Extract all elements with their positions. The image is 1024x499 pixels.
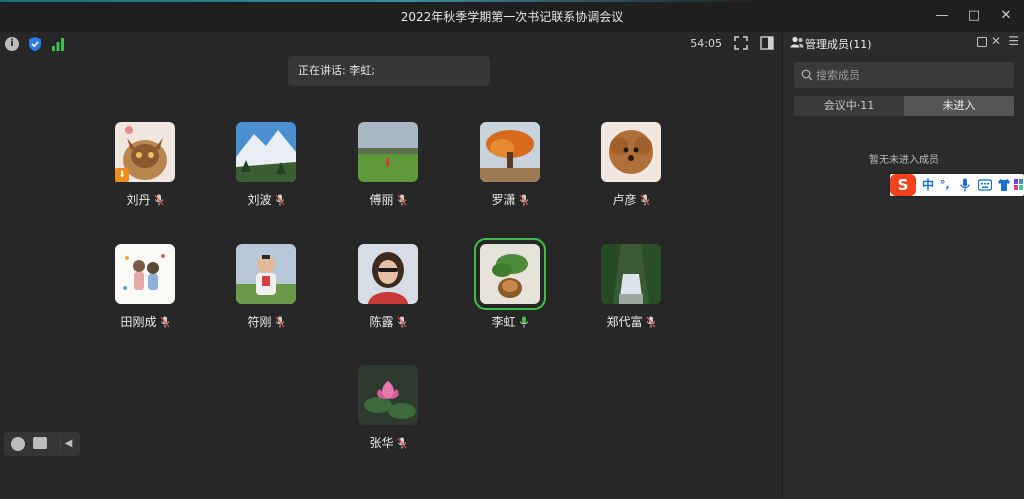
panel-header: 管理成员(11) ✕ ☰: [783, 32, 1024, 54]
title-accent: [0, 0, 1024, 2]
participant-tile[interactable]: 郑代富: [571, 244, 691, 344]
participant-name: 田刚成: [120, 315, 157, 329]
participant-avatar: [236, 122, 296, 182]
participant-tile[interactable]: ⬇ 刘丹: [85, 122, 205, 222]
close-panel-icon[interactable]: ✕: [991, 34, 1001, 48]
maximize-button[interactable]: □: [964, 6, 984, 26]
close-button[interactable]: ✕: [996, 6, 1016, 26]
participant-tile[interactable]: 傅丽: [328, 122, 448, 222]
people-icon: [790, 36, 804, 48]
participant-avatar: [358, 122, 418, 182]
members-panel: 管理成员(11) ✕ ☰ 会议中·11 未进入 暂无未进入成员: [782, 32, 1024, 499]
empty-state-text: 暂无未进入成员: [869, 155, 939, 166]
member-tabs: 会议中·11 未进入: [794, 96, 1014, 116]
mic-muted-icon: [645, 316, 656, 328]
speaking-banner: 正在讲话: 李虹;: [288, 56, 490, 86]
tab-in-meeting[interactable]: 会议中·11: [794, 96, 904, 116]
member-search-input[interactable]: [794, 62, 1014, 88]
participant-name: 刘波: [247, 193, 272, 207]
meeting-stage: i 54:05 正在讲话: 李虹; ⬇ 刘丹 刘波 傅丽 罗潇 卢彦 田刚成 符…: [0, 32, 782, 499]
minimize-button[interactable]: —: [932, 6, 952, 26]
menu-icon[interactable]: ☰: [1008, 34, 1019, 48]
participant-tile[interactable]: 张华: [328, 365, 448, 465]
participant-name: 李虹: [491, 315, 516, 329]
participant-name: 张华: [369, 436, 394, 450]
collapse-left-icon[interactable]: ◀: [60, 436, 76, 452]
bottom-controls: ◀: [4, 432, 80, 456]
mic-muted-icon: [518, 194, 529, 206]
participant-tile[interactable]: 符刚: [206, 244, 326, 344]
window-title: 2022年秋季学期第一次书记联系协调会议: [400, 10, 624, 24]
mic-muted-icon: [159, 316, 170, 328]
shield-icon[interactable]: [27, 36, 43, 52]
fullscreen-icon[interactable]: [734, 36, 748, 50]
participant-name: 陈露: [369, 315, 394, 329]
participant-name: 刘丹: [126, 193, 151, 207]
mic-muted-icon: [274, 194, 285, 206]
participant-avatar: [358, 244, 418, 304]
participant-name: 罗潇: [491, 193, 516, 207]
mic-muted-icon: [274, 316, 285, 328]
mic-muted-icon: [396, 437, 407, 449]
participant-avatar: [601, 122, 661, 182]
participant-tile[interactable]: 刘波: [206, 122, 326, 222]
ime-logo-icon[interactable]: S: [890, 174, 916, 196]
participant-tile[interactable]: 田刚成: [85, 244, 205, 344]
layout-icon[interactable]: [760, 36, 774, 50]
ime-voice-icon[interactable]: [960, 178, 970, 192]
panel-title: 管理成员(11): [805, 38, 872, 51]
ime-toolbar[interactable]: S 中 °,: [890, 174, 1024, 196]
participant-avatar: [480, 122, 540, 182]
title-bar: 2022年秋季学期第一次书记联系协调会议 — □ ✕: [0, 0, 1024, 32]
participant-tile[interactable]: 陈露: [328, 244, 448, 344]
participant-tile[interactable]: 罗潇: [450, 122, 570, 222]
meeting-timer: 54:05: [690, 37, 722, 50]
participant-avatar: [236, 244, 296, 304]
mic-active-icon: [519, 316, 528, 328]
participant-avatar: [601, 244, 661, 304]
chat-icon[interactable]: [33, 437, 47, 449]
ime-skin-icon[interactable]: [997, 178, 1011, 192]
participant-tile-speaking[interactable]: 李虹: [450, 238, 570, 344]
participant-name: 傅丽: [369, 193, 394, 207]
mic-muted-icon: [396, 194, 407, 206]
popout-icon[interactable]: [977, 37, 987, 47]
mic-muted-icon: [639, 194, 650, 206]
tab-not-joined[interactable]: 未进入: [904, 96, 1014, 116]
participant-name: 卢彦: [612, 193, 637, 207]
participant-avatar: [358, 365, 418, 425]
participant-avatar: [115, 244, 175, 304]
search-icon: [801, 69, 813, 81]
participant-name: 符刚: [247, 315, 272, 329]
ime-keyboard-icon[interactable]: [978, 179, 992, 191]
mic-muted-icon: [153, 194, 164, 206]
signal-icon[interactable]: [51, 37, 65, 51]
ime-punct-toggle[interactable]: °,: [940, 176, 950, 194]
participant-avatar: [474, 238, 546, 310]
ime-grid-icon[interactable]: [1014, 179, 1024, 191]
emoji-icon[interactable]: [11, 437, 25, 451]
participant-tile[interactable]: 卢彦: [571, 122, 691, 222]
host-badge-icon: ⬇: [115, 168, 129, 182]
participant-name: 郑代富: [606, 315, 643, 329]
ime-chinese-toggle[interactable]: 中: [922, 176, 934, 194]
info-icon[interactable]: i: [5, 37, 19, 51]
mic-muted-icon: [396, 316, 407, 328]
